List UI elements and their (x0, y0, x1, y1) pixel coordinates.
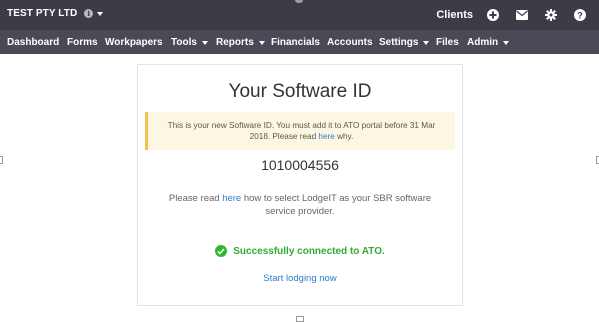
clients-link[interactable]: Clients (436, 9, 473, 21)
nav-dashboard[interactable]: Dashboard (7, 37, 59, 48)
software-id-card: Your Software ID This is your new Softwa… (137, 64, 463, 306)
software-id-value: 1010004556 (261, 157, 339, 173)
alert-here-link[interactable]: here (318, 132, 334, 141)
window-notch (295, 0, 303, 3)
instructions-text: Please read here how to select LodgeIT a… (168, 192, 432, 218)
alert-line-2: 2018. Please read here why. (148, 131, 455, 142)
chevron-down-icon (97, 11, 104, 16)
chevron-down-icon (423, 40, 430, 45)
nav-reports[interactable]: Reports (216, 37, 265, 48)
top-bar: TEST PTY LTD i Clients ? (0, 0, 599, 30)
nav-tools[interactable]: Tools (171, 37, 208, 48)
nav-label: Workpapers (105, 37, 163, 48)
plus-circle-icon[interactable] (486, 8, 500, 22)
page-title: Your Software ID (228, 81, 372, 102)
alert-text: 2018. Please read (249, 132, 319, 141)
help-icon[interactable]: ? (573, 8, 587, 22)
nav-label: Settings (379, 37, 419, 48)
company-selector[interactable]: TEST PTY LTD i (7, 8, 104, 19)
warning-alert: This is your new Software ID. You must a… (145, 112, 455, 150)
nav-label: Reports (216, 37, 254, 48)
chevron-down-icon (503, 40, 510, 45)
nav-label: Forms (67, 37, 98, 48)
alert-line-1: This is your new Software ID. You must a… (167, 121, 436, 130)
info-icon[interactable]: i (84, 9, 94, 18)
alert-text-end: why. (334, 132, 354, 141)
chevron-down-icon (201, 40, 208, 45)
nav-accounts[interactable]: Accounts (327, 37, 373, 48)
check-circle-icon (215, 245, 228, 257)
resize-handle-bottom[interactable] (296, 316, 304, 322)
nav-files[interactable]: Files (436, 37, 459, 48)
nav-workpapers[interactable]: Workpapers (105, 37, 163, 48)
nav-label: Financials (271, 37, 320, 48)
nav-label: Admin (467, 37, 499, 48)
gear-icon[interactable] (544, 8, 558, 22)
resize-handle-left[interactable] (0, 156, 3, 164)
instructions-post: how to select LodgeIT as your SBR softwa… (241, 193, 432, 217)
envelope-icon[interactable] (515, 8, 529, 22)
instructions-here-link[interactable]: here (222, 193, 241, 204)
nav-label: Dashboard (7, 37, 60, 48)
nav-admin[interactable]: Admin (467, 37, 510, 48)
chevron-down-icon (258, 40, 265, 45)
nav-label: Tools (171, 37, 197, 48)
nav-label: Accounts (327, 37, 373, 48)
start-lodging-link[interactable]: Start lodging now (138, 273, 462, 284)
success-message: Successfully connected to ATO. (138, 245, 462, 257)
instructions-pre: Please read (168, 193, 223, 204)
header-tools: Clients ? (436, 0, 599, 30)
nav-financials[interactable]: Financials (271, 37, 320, 48)
svg-text:?: ? (577, 10, 583, 20)
nav-forms[interactable]: Forms (67, 37, 98, 48)
success-text: Successfully connected to ATO. (233, 245, 385, 257)
company-name: TEST PTY LTD (7, 8, 78, 19)
nav-label: Files (436, 37, 459, 48)
nav-settings[interactable]: Settings (379, 37, 430, 48)
main-nav: Dashboard Forms Workpapers Tools Reports… (0, 30, 599, 54)
